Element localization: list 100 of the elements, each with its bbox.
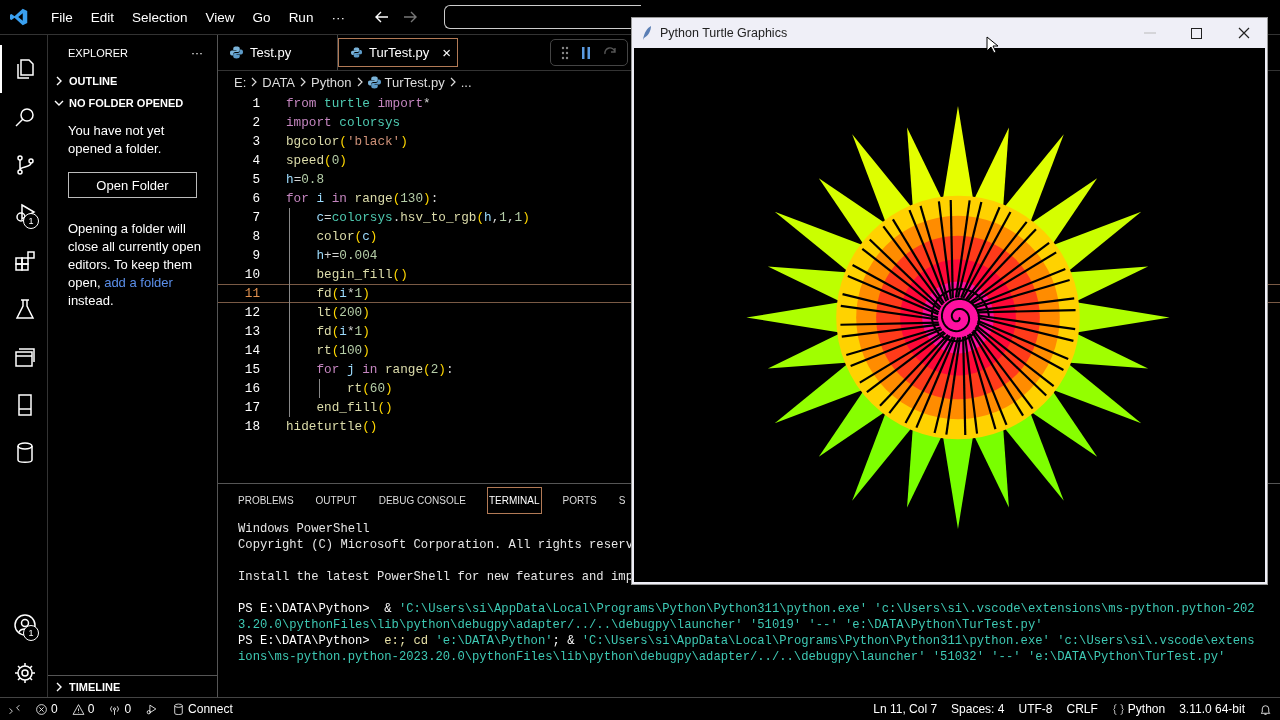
python-file-icon: [367, 75, 381, 89]
panel-tab[interactable]: OUTPUT: [314, 487, 358, 513]
code-line: fd(i*1): [316, 324, 370, 339]
status-item[interactable]: Python: [1111, 702, 1166, 716]
breadcrumb-item[interactable]: ...: [460, 74, 472, 90]
settings-icon: [12, 661, 37, 685]
terminal-line: 3.20.0\pythonFiles\lib\python\debugpy\adapter/../..\debugpy\launcher' '51019' '--' 'e:\DATA\Python\TurTest.py': [238, 617, 1044, 633]
breadcrumb-item[interactable]: E:: [234, 74, 247, 90]
breadcrumb-item[interactable]: Python: [311, 74, 352, 90]
activity-bar-item[interactable]: 1: [0, 601, 47, 649]
sidebar-title: EXPLORER: [68, 46, 128, 59]
section-header[interactable]: TIMELINE: [48, 675, 217, 697]
status-item[interactable]: 0: [71, 702, 95, 716]
panel-tab[interactable]: PORTS: [561, 487, 598, 513]
blocks-icon: [12, 249, 37, 273]
terminal-line: PS E:\DATA\Python> & 'C:\Users\si\AppData\Local\Programs\Python\Python311\python.exe' 'c:\Users\si\.vscode\extensions\ms-python.python-202: [238, 601, 1256, 617]
code-line: h+=0.004: [316, 248, 378, 263]
line-number: 7: [251, 210, 260, 225]
database-icon: [172, 702, 186, 716]
code-line: c=colorsys.hsv_to_rgb(h,1,1): [316, 210, 530, 225]
more-actions-button[interactable]: ···: [191, 45, 203, 60]
activity-bar-item[interactable]: 1: [0, 189, 47, 237]
line-number: 11: [243, 286, 260, 301]
chevron-down-icon: [54, 98, 64, 108]
line-number: 15: [243, 362, 260, 377]
info-text: Opening a folder will close all currently open editors. To keep them open, add a folder instead.: [68, 220, 202, 310]
menu-item[interactable]: Edit: [81, 5, 124, 29]
status-item[interactable]: 3.11.0 64-bit: [1179, 702, 1245, 716]
python-file-icon: [351, 46, 363, 59]
app-logo-icon: [10, 8, 28, 26]
editor-tab[interactable]: TurTest.py ×: [338, 38, 458, 67]
terminal-line: Windows PowerShell: [238, 521, 371, 537]
line-number: 18: [243, 419, 260, 434]
chevron-right-icon: [448, 77, 457, 87]
status-item[interactable]: Spaces: 4: [951, 702, 1005, 716]
menu-item[interactable]: Selection: [123, 5, 197, 29]
status-item[interactable]: 0: [108, 702, 132, 716]
code-line: end_fill(): [316, 400, 393, 415]
menu-item[interactable]: ···: [322, 5, 354, 29]
code-line: import colorsys: [286, 115, 401, 130]
chevron-right-icon: [355, 77, 364, 87]
code-line: begin_fill(): [316, 267, 408, 282]
info-text: You have not yet opened a folder.: [68, 122, 166, 158]
maximize-icon: [1191, 27, 1202, 39]
line-number: 5: [251, 172, 260, 187]
line-number: 1: [251, 96, 260, 111]
code-line: hideturtle(): [286, 419, 378, 434]
code-line: speed(0): [286, 153, 347, 168]
status-item[interactable]: UTF-8: [1018, 702, 1053, 716]
debug-run-icon: [145, 702, 159, 716]
line-number: 3: [251, 134, 260, 149]
code-line: for i in range(130):: [286, 191, 439, 206]
python-file-icon: [230, 46, 243, 59]
status-item[interactable]: 0: [35, 702, 58, 716]
grip-icon[interactable]: [561, 45, 569, 60]
menu-item[interactable]: Go: [243, 5, 280, 29]
arrow-left-icon[interactable]: [373, 9, 390, 25]
line-number: 9: [251, 248, 260, 263]
line-number: 13: [243, 324, 260, 339]
breadcrumb-item[interactable]: DATA: [262, 74, 296, 90]
windows-icon: [12, 345, 37, 369]
chevron-right-icon: [299, 77, 308, 87]
menu-item[interactable]: Run: [279, 5, 323, 29]
open-folder-button[interactable]: Open Folder: [68, 172, 197, 198]
chevron-right-icon: [250, 77, 259, 87]
line-number: 2: [251, 115, 260, 130]
line-number: 12: [243, 305, 260, 320]
close-icon[interactable]: ×: [442, 44, 451, 61]
breadcrumb-item[interactable]: TurTest.py: [367, 74, 445, 90]
section-header[interactable]: NO FOLDER OPENED: [48, 92, 217, 114]
status-item[interactable]: CRLF: [1066, 702, 1098, 716]
panel-tab[interactable]: PROBLEMS: [237, 487, 295, 513]
panel-tab[interactable]: TERMINAL: [486, 486, 542, 514]
line-number: 16: [243, 381, 260, 396]
warning-icon: [71, 702, 85, 716]
code-line: bgcolor('black'): [286, 134, 408, 149]
code-line: for j in range(2):: [316, 362, 454, 377]
menu-item[interactable]: File: [42, 5, 82, 29]
count-badge: 1: [23, 213, 39, 229]
section-header[interactable]: OUTLINE: [48, 70, 217, 92]
code-line: rt(60): [346, 381, 393, 396]
pause-icon[interactable]: [581, 45, 591, 60]
chevron-right-icon: [54, 681, 64, 692]
code-line: color(c): [316, 229, 378, 244]
line-number: 4: [251, 153, 260, 168]
terminal-line: PS E:\DATA\Python> e:; cd 'e:\DATA\Python'; & 'C:\Users\si\AppData\Local\Programs\Python\Python311\python.exe' 'c:\Users\si\.vscode\extens: [238, 633, 1256, 649]
code-line: lt(200): [316, 305, 370, 320]
code-line: h=0.8: [286, 172, 325, 187]
panel-tab[interactable]: DEBUG CONSOLE: [377, 487, 467, 513]
status-item[interactable]: Ln 11, Col 7: [873, 702, 938, 716]
window-title: Python Turtle Graphics: [660, 26, 788, 40]
line-number: 17: [243, 400, 260, 415]
arrow-right-icon[interactable]: [401, 9, 418, 25]
panel-tab[interactable]: S: [617, 487, 627, 513]
menu-item[interactable]: View: [196, 5, 244, 29]
status-item[interactable]: Connect: [172, 702, 233, 716]
bell-icon: [1259, 702, 1272, 716]
add-folder-link[interactable]: add a folder: [104, 275, 173, 290]
line-number: 14: [243, 343, 260, 358]
close-icon: [1237, 27, 1250, 39]
